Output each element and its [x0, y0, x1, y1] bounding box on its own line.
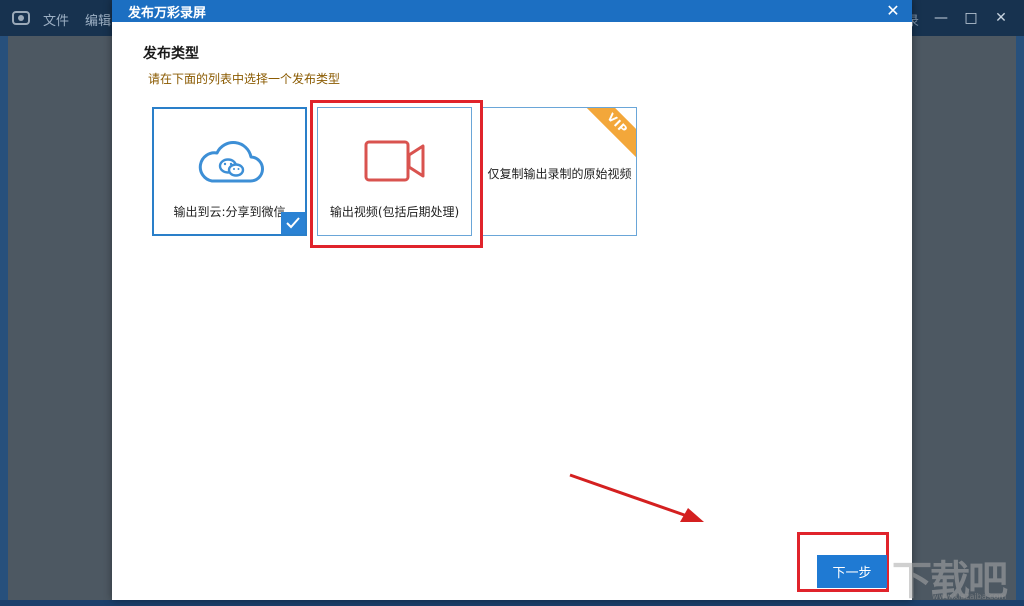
publish-dialog: 发布万彩录屏 ✕ 发布类型 请在下面的列表中选择一个发布类型 输出到云:分享到微…: [112, 0, 912, 600]
app-logo-icon: [12, 11, 30, 25]
next-button[interactable]: 下一步: [817, 555, 887, 588]
maximize-icon[interactable]: □: [962, 9, 980, 27]
menu-edit[interactable]: 编辑: [85, 10, 111, 29]
background-edge-right: [1016, 36, 1024, 600]
minimize-icon[interactable]: —: [932, 9, 950, 27]
background-edge-left: [0, 36, 8, 600]
close-app-icon[interactable]: ✕: [992, 9, 1010, 27]
annotation-arrow-icon: [569, 473, 704, 522]
menu-file[interactable]: 文件: [43, 10, 69, 29]
